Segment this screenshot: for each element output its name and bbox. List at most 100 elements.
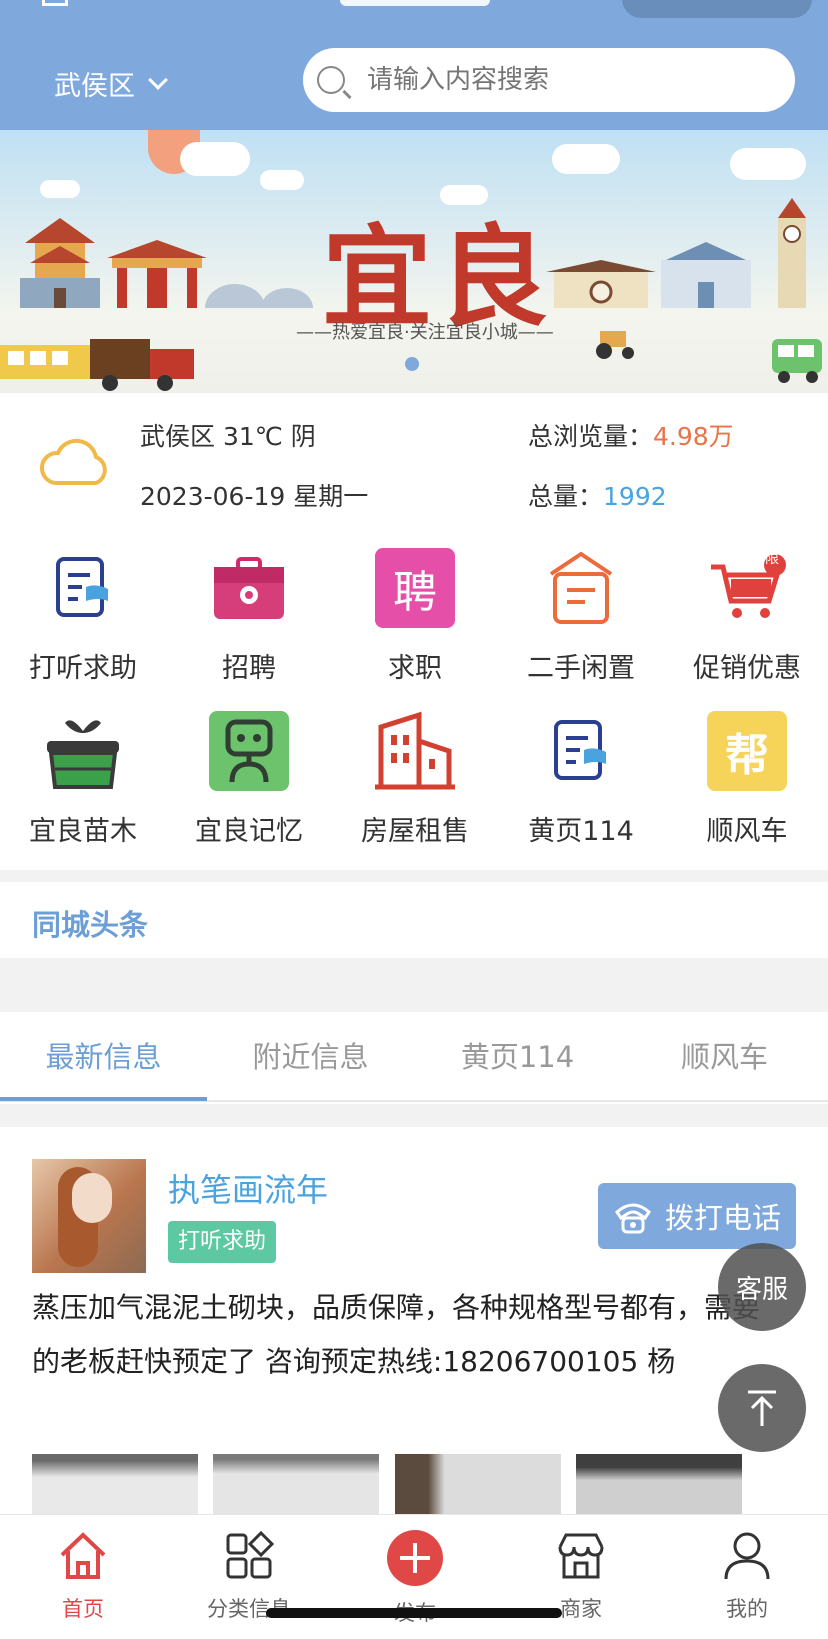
carousel-indicator[interactable] [405,357,419,371]
post-photo[interactable] [576,1454,742,1520]
total-count-stat: 总量：1992 [528,477,667,513]
tabbar-profile[interactable]: 我的 [664,1529,828,1623]
banner-carousel[interactable]: 宜良 ——热爱宜良·关注宜良小城—— [0,130,828,393]
total-count-label: 总量： [528,482,604,511]
tab-yellow-pages[interactable]: 黄页114 [414,1034,621,1076]
post-card[interactable]: 执笔画流年 打听求助 拨打电话 蒸压加气混泥土砌块，品质保障，各种规格型号都有，… [0,1127,828,1520]
notepad-flag-icon [541,711,621,791]
search-bar[interactable] [303,48,795,112]
total-count-value: 1992 [603,482,667,511]
home-icon [60,1532,106,1579]
post-photo[interactable] [395,1454,561,1520]
post-photo[interactable] [32,1454,198,1520]
tab-latest[interactable]: 最新信息 [0,1034,207,1076]
archway-illustration [107,240,207,308]
category-yellow-pages[interactable]: 黄页114 [498,711,664,848]
arrow-up-icon [748,1390,776,1426]
bottom-tab-bar: 首页 分类信息 发布 商家 我的 [0,1514,828,1639]
cloud-illustration [730,148,806,180]
category-label: 招聘 [222,653,276,684]
customer-service-button[interactable]: 客服 [718,1243,806,1331]
category-label: 顺风车 [706,816,788,847]
total-views-stat: 总浏览量：4.98万 [528,417,734,453]
home-grid-icon[interactable] [42,0,68,6]
info-tabs: 最新信息 附近信息 黄页114 顺风车 [0,1012,828,1102]
category-label: 宜良苗木 [29,816,137,847]
weather-text: 武侯区 31℃ 阴 [140,422,316,451]
category-label: 求职 [388,653,442,684]
back-to-top-button[interactable] [718,1364,806,1452]
pin-glyph-icon: 聘 [375,548,455,628]
cloud-illustration [260,170,304,190]
box-icon [541,548,621,628]
location-label: 武侯区 [54,71,135,102]
tabbar-home[interactable]: 首页 [0,1529,166,1623]
plant-basket-icon [43,711,123,791]
tabbar-label: 我的 [726,1597,768,1621]
help-glyph-icon: 帮 [707,711,787,791]
category-label: 房屋租售 [361,816,469,847]
location-selector[interactable]: 武侯区 [54,64,168,103]
category-inquiry-help[interactable]: 打听求助 [0,548,166,685]
total-views-label: 总浏览量： [528,422,654,451]
notepad-flag-icon [43,548,123,628]
category-job-seeking[interactable]: 聘 求职 [332,548,498,685]
home-indicator [266,1608,562,1618]
section-divider [0,958,828,1012]
section-divider [0,1104,828,1127]
domes-illustration [205,284,313,308]
category-housing[interactable]: 房屋租售 [332,711,498,848]
building-icon [375,711,455,791]
app-root: 武侯区 请输入内容搜索 宜良 ——热爱宜良·关注宜良小城—— 武侯区 31℃ 阴… [0,0,828,1639]
call-button[interactable]: 拨打电话 [598,1183,796,1249]
category-memories[interactable]: 宜良记忆 [166,711,332,848]
call-button-label: 拨打电话 [664,1201,781,1235]
weather-stats-panel: 武侯区 31℃ 阴 2023-06-19 星期一 总浏览量：4.98万 总量：1… [0,395,828,530]
post-content: 蒸压加气混泥土砌块，品质保障，各种规格型号都有，需要的老板赶快预定了 咨询预定热… [32,1291,761,1378]
plus-icon [387,1530,443,1586]
robot-icon [209,711,289,791]
cloud-illustration [552,144,620,174]
clock-tower-illustration [778,198,806,308]
page-title-cut [340,0,490,6]
category-label: 二手闲置 [527,653,635,684]
section-divider [0,870,828,882]
cart-limit-icon: 限 [707,548,787,628]
tab-nearby[interactable]: 附近信息 [207,1034,414,1076]
bus-illustration [772,339,822,383]
avatar[interactable] [32,1159,146,1273]
store-icon [558,1533,604,1579]
search-input[interactable] [367,65,767,95]
limit-badge: 限 [765,551,779,567]
post-category-tag: 打听求助 [168,1221,277,1263]
category-rideshare[interactable]: 帮 顺风车 [664,711,828,848]
active-tab-indicator [0,1097,207,1101]
category-recruit[interactable]: 招聘 [166,548,332,685]
category-second-hand[interactable]: 二手闲置 [498,548,664,685]
gate-illustration [546,260,656,308]
category-promotion[interactable]: 限 促销优惠 [664,548,828,685]
category-nursery[interactable]: 宜良苗木 [0,711,166,848]
cloud-illustration [180,142,250,176]
cloud-illustration [40,180,80,198]
briefcase-gear-icon [209,548,289,628]
mini-program-capsule[interactable] [622,0,812,18]
user-icon [724,1532,770,1580]
cloud-icon [39,438,107,485]
post-username[interactable]: 执笔画流年 [168,1165,328,1211]
post-photo[interactable] [213,1454,379,1520]
total-views-value: 4.98万 [653,422,734,451]
pagoda-illustration [20,218,100,308]
city-headlines[interactable]: 同城头条 [0,882,828,958]
chevron-down-icon [148,69,168,90]
tab-rideshare[interactable]: 顺风车 [621,1034,828,1076]
tabbar-label: 首页 [62,1597,104,1621]
category-label: 促销优惠 [693,653,801,684]
phone-icon [615,1203,651,1234]
category-label: 打听求助 [29,653,137,684]
train-illustration [0,339,194,391]
date-text: 2023-06-19 星期一 [140,482,369,511]
category-icon [226,1530,275,1579]
banner-subtitle: ——热爱宜良·关注宜良小城—— [296,322,554,343]
search-icon [317,66,345,94]
